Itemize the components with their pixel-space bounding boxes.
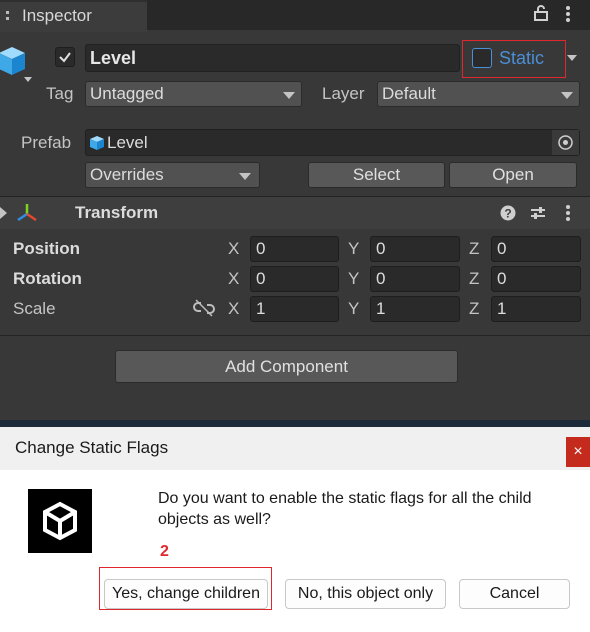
tab-strip [147,0,590,30]
position-label: Position [13,239,81,258]
axis-y-label[interactable]: Y [348,299,359,319]
unity-logo-mark [43,501,77,541]
axis-y-label[interactable]: Y [348,239,359,259]
foldout-arrow-icon[interactable] [0,207,7,219]
prefab-value: Level [107,133,148,152]
object-name-text: Level [90,48,137,68]
sliders-icon[interactable] [530,205,546,221]
scale-y-field[interactable]: 1 [370,296,460,322]
annotation-number-2: 2 [160,543,169,560]
open-button[interactable]: Open [449,162,577,188]
tag-value: Untagged [90,84,164,103]
prefab-label: Prefab [21,133,72,152]
no-this-object-only-button[interactable]: No, this object only [285,579,446,609]
target-icon [558,135,573,150]
rotation-y-field[interactable]: 0 [370,266,460,292]
tag-dropdown[interactable]: Untagged [85,81,302,107]
unity-logo-icon [28,489,92,553]
select-button[interactable]: Select [308,162,445,188]
kebab-menu-icon[interactable] [565,5,571,23]
axis-x-label[interactable]: X [228,269,239,289]
prefab-picker-button[interactable] [552,130,579,155]
yes-change-children-button[interactable]: Yes, change children [104,579,268,609]
position-y-field[interactable]: 0 [370,236,460,262]
scale-label: Scale [13,299,56,318]
position-x-field[interactable]: 0 [250,236,339,262]
position-z-field[interactable]: 0 [491,236,581,262]
chevron-down-icon [239,173,251,180]
rotation-x-field[interactable]: 0 [250,266,339,292]
svg-text:?: ? [504,207,511,221]
cube-icon [90,136,104,150]
scale-x-field[interactable]: 1 [250,296,339,322]
tab-grip-icon [6,11,9,14]
static-checkbox[interactable] [472,48,492,68]
transform-header[interactable]: Transform ? [0,197,590,229]
transform-gizmo-icon [17,204,37,222]
layer-dropdown[interactable]: Default [377,81,580,107]
cube-icon [0,47,25,75]
chevron-down-icon [283,92,295,99]
rotation-label: Rotation [13,269,82,288]
axis-z-label[interactable]: Z [469,239,479,259]
inspector-tab[interactable]: Inspector [0,0,147,32]
tag-label: Tag [46,84,74,103]
chevron-down-icon [561,92,573,99]
cancel-button[interactable]: Cancel [459,579,570,609]
axis-x-label[interactable]: X [228,299,239,319]
axis-y-label[interactable]: Y [348,269,359,289]
static-dropdown-icon[interactable] [567,55,577,61]
object-name-field[interactable]: Level [85,44,460,72]
tab-grip-icon [6,17,9,20]
overrides-dropdown[interactable]: Overrides [85,162,260,188]
axis-z-label[interactable]: Z [469,299,479,319]
checkmark-icon [59,52,71,63]
add-component-button[interactable]: Add Component [115,350,458,383]
kebab-menu-icon[interactable] [565,204,571,222]
dialog-title: Change Static Flags [15,438,169,457]
inspector-tab-title: Inspector [22,6,92,25]
layer-value: Default [382,84,436,103]
rotation-z-field[interactable]: 0 [491,266,581,292]
inspector-panel: Inspector Level Static 1 Tag Untagged La… [0,0,590,420]
prefab-field[interactable]: Level [85,129,580,156]
layer-label: Layer [322,84,365,103]
close-button[interactable]: × [566,437,590,467]
axis-x-label[interactable]: X [228,239,239,259]
overrides-label: Overrides [90,165,164,184]
cube-dropdown-icon[interactable] [24,77,32,82]
active-checkbox[interactable] [55,47,75,67]
static-label[interactable]: Static [499,48,544,69]
axis-z-label[interactable]: Z [469,269,479,289]
dialog-message: Do you want to enable the static flags f… [158,490,532,528]
scale-z-field[interactable]: 1 [491,296,581,322]
divider [0,335,590,336]
unlink-icon[interactable] [193,299,215,317]
transform-title: Transform [75,203,159,222]
lock-icon[interactable] [534,5,548,21]
help-icon[interactable]: ? [500,205,516,221]
